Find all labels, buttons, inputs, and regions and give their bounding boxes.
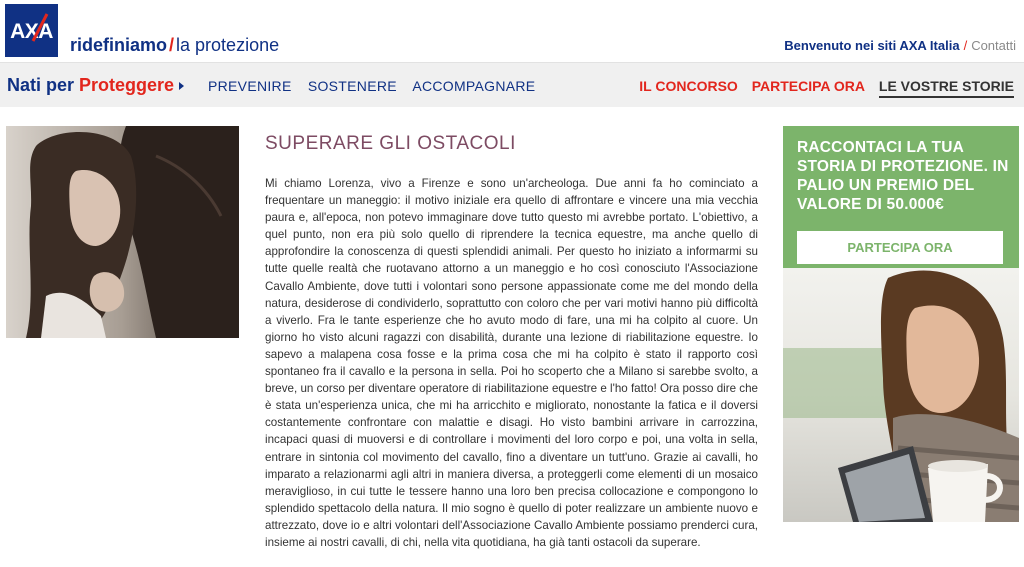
partecipa-ora-button[interactable]: PARTECIPA ORA <box>797 231 1003 264</box>
tagline-bold: ridefiniamo <box>70 35 168 55</box>
header-links: Benvenuto nei siti AXA Italia / Contatti <box>784 38 1016 54</box>
logo-text: AXA <box>10 20 53 43</box>
tagline: ridefiniamo / la protezione <box>70 34 279 56</box>
nav-link-storie[interactable]: LE VOSTRE STORIE <box>878 78 1014 98</box>
slash-icon: / <box>963 38 968 53</box>
arrow-right-icon <box>179 82 185 91</box>
promo-photo <box>783 268 1019 522</box>
nav-links: PREVENIRE SOSTENERE ACCOMPAGNARE <box>208 78 547 94</box>
nav-link-prevenire[interactable]: PREVENIRE <box>208 78 292 94</box>
site-header: AXA ridefiniamo / la protezione Benvenuto … <box>0 0 1024 62</box>
nav-link-partecipa[interactable]: PARTECIPA ORA <box>752 78 865 94</box>
contacts-link[interactable]: Contatti <box>971 38 1016 53</box>
article-body: Mi chiamo Lorenza, vivo a Firenze e sono… <box>265 177 758 549</box>
tagline-rest: la protezione <box>176 35 280 55</box>
nav-link-concorso[interactable]: IL CONCORSO <box>639 78 738 94</box>
nav-link-accompagnare[interactable]: ACCOMPAGNARE <box>412 78 535 94</box>
brand-link[interactable]: Nati per Proteggere <box>7 74 185 96</box>
brand-part1: Nati per <box>7 75 80 95</box>
nav-link-sostenere[interactable]: SOSTENERE <box>308 78 397 94</box>
nav-right-links: IL CONCORSO PARTECIPA ORA LE VOSTRE STOR… <box>639 78 1014 98</box>
article-title: SUPERARE GLI OSTACOLI <box>265 133 516 154</box>
promo-title: RACCONTACI LA TUA STORIA DI PROTEZIONE. … <box>797 139 1009 213</box>
promo-banner[interactable]: RACCONTACI LA TUA STORIA DI PROTEZIONE. … <box>783 126 1019 522</box>
welcome-link[interactable]: Benvenuto nei siti AXA Italia <box>784 38 959 53</box>
axa-logo[interactable]: AXA <box>5 4 58 57</box>
brand-part2: Proteggere <box>79 75 175 95</box>
slash-icon: / <box>169 35 175 55</box>
story-photo <box>6 126 239 338</box>
main-nav: Nati per Proteggere PREVENIRE SOSTENERE … <box>0 62 1024 107</box>
